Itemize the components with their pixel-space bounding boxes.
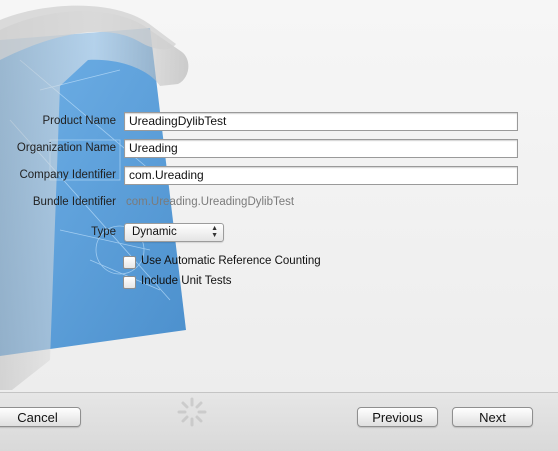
- content-panel: Product Name Organization Name Company I…: [0, 0, 558, 392]
- product-name-field[interactable]: [124, 112, 518, 131]
- product-name-label: Product Name: [42, 115, 116, 127]
- spinner-icon: [177, 397, 207, 427]
- organization-name-field[interactable]: [124, 139, 518, 158]
- cancel-button[interactable]: Cancel: [0, 407, 81, 427]
- type-select-value: Dynamic: [132, 226, 177, 238]
- type-label: Type: [91, 226, 116, 238]
- arc-checkbox[interactable]: [123, 256, 136, 269]
- bundle-identifier-label: Bundle Identifier: [32, 196, 116, 208]
- next-button[interactable]: Next: [452, 407, 533, 427]
- unit-tests-checkbox[interactable]: [123, 276, 136, 289]
- previous-button[interactable]: Previous: [357, 407, 438, 427]
- company-identifier-field[interactable]: [124, 166, 518, 185]
- arc-checkbox-label: Use Automatic Reference Counting: [141, 255, 321, 267]
- company-identifier-label: Company Identifier: [19, 169, 116, 181]
- organization-name-label: Organization Name: [16, 142, 116, 154]
- chevron-updown-icon: ▲ ▼: [211, 225, 218, 239]
- unit-tests-checkbox-label: Include Unit Tests: [141, 275, 232, 287]
- bundle-identifier-value: com.Ureading.UreadingDylibTest: [126, 196, 295, 208]
- type-select[interactable]: Dynamic ▲ ▼: [124, 223, 224, 242]
